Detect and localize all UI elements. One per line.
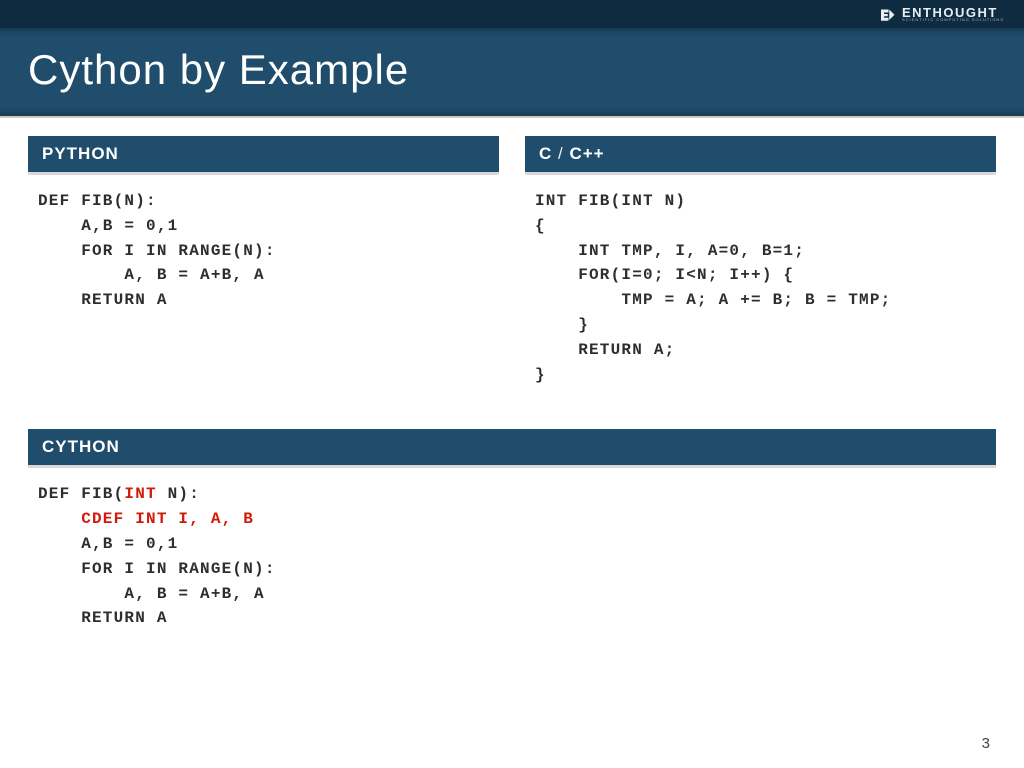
brand-logo: ENTHOUGHT SCIENTIFIC COMPUTING SOLUTIONS (878, 5, 1004, 23)
c-header-separator: / (552, 144, 569, 163)
python-header: PYTHON (28, 136, 499, 175)
c-header-part-a: C (539, 144, 552, 163)
c-header-part-b: C++ (569, 144, 604, 163)
page-number: 3 (982, 735, 990, 752)
top-brand-band: ENTHOUGHT SCIENTIFIC COMPUTING SOLUTIONS (0, 0, 1024, 28)
python-code-box: DEF FIB(N): A,B = 0,1 FOR I IN RANGE(N):… (28, 175, 499, 327)
cython-l6: RETURN A (38, 609, 168, 627)
c-code: INT FIB(INT N) { INT TMP, I, A=0, B=1; F… (535, 189, 986, 387)
python-code: DEF FIB(N): A,B = 0,1 FOR I IN RANGE(N):… (38, 189, 489, 313)
python-column: PYTHON DEF FIB(N): A,B = 0,1 FOR I IN RA… (28, 136, 499, 401)
slide-title: Cython by Example (28, 46, 996, 94)
c-code-box: INT FIB(INT N) { INT TMP, I, A=0, B=1; F… (525, 175, 996, 401)
cython-l1c: N): (157, 485, 200, 503)
c-header: C / C++ (525, 136, 996, 175)
cython-code: DEF FIB(INT N): CDEF INT I, A, B A,B = 0… (38, 482, 986, 631)
title-band: Cython by Example (0, 28, 1024, 116)
cython-header: CYTHON (28, 429, 996, 468)
cython-l3: A,B = 0,1 (38, 535, 178, 553)
brand-tagline: SCIENTIFIC COMPUTING SOLUTIONS (902, 18, 1004, 22)
cython-l1a: DEF FIB( (38, 485, 124, 503)
cython-l1b: INT (124, 485, 156, 503)
cython-l4: FOR I IN RANGE(N): (38, 560, 276, 578)
brand-mark-icon (878, 5, 896, 23)
cython-block: CYTHON DEF FIB(INT N): CDEF INT I, A, B … (28, 429, 996, 645)
cython-l2: CDEF INT I, A, B (38, 510, 254, 528)
cython-code-box: DEF FIB(INT N): CDEF INT I, A, B A,B = 0… (28, 468, 996, 645)
c-column: C / C++ INT FIB(INT N) { INT TMP, I, A=0… (525, 136, 996, 401)
cython-l5: A, B = A+B, A (38, 585, 265, 603)
